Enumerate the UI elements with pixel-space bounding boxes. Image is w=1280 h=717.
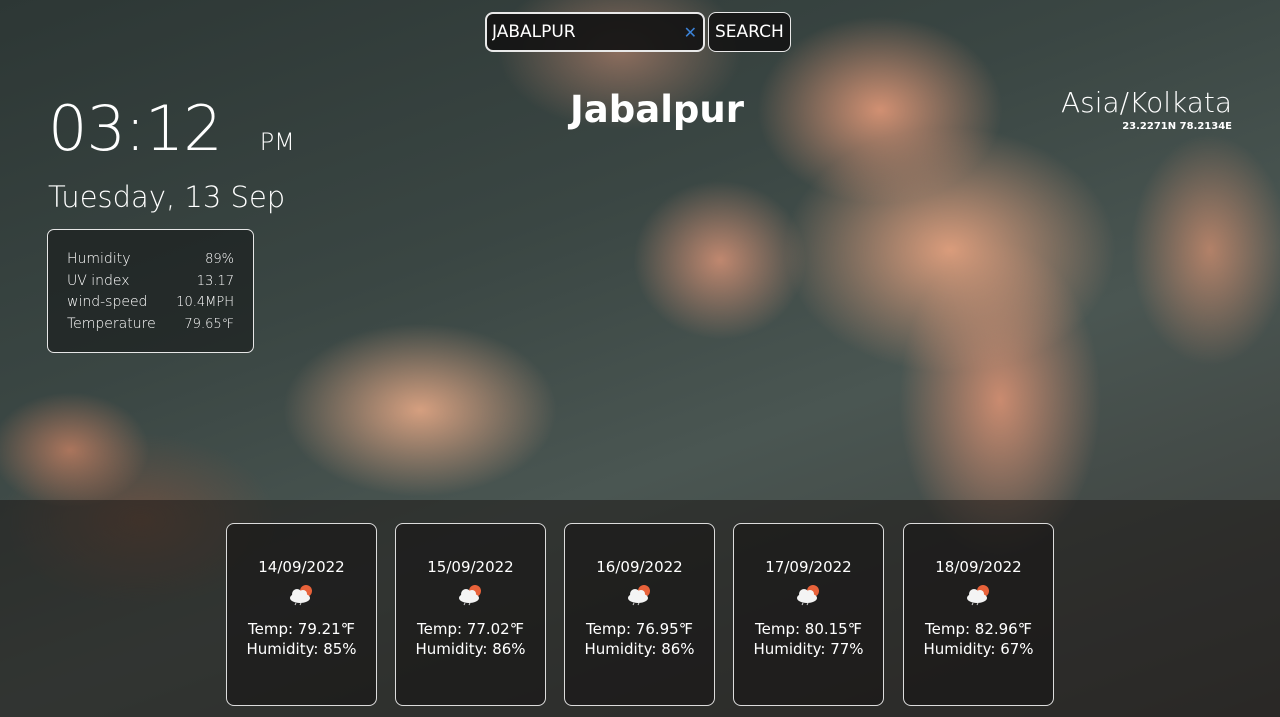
search-button[interactable]: SEARCH <box>708 12 791 52</box>
search-box[interactable]: ✕ <box>485 12 705 52</box>
coordinates: 23.2271N 78.2134E <box>1122 121 1232 132</box>
stat-label: UV index <box>67 272 130 289</box>
timezone-panel: Asia/Kolkata 23.2271N 78.2134E <box>1061 86 1232 132</box>
am-pm-indicator: PM <box>259 128 295 156</box>
stat-row-temperature: Temperature 79.65℉ <box>67 314 234 336</box>
forecast-date: 17/09/2022 <box>765 558 852 576</box>
stat-value: 10.4MPH <box>176 295 234 310</box>
stat-value: 13.17 <box>196 273 234 289</box>
cloud-sun-icon <box>289 585 312 606</box>
forecast-card: 14/09/2022 Temp: 79.21℉ Humidity: 85% <box>226 523 377 706</box>
stat-row-humidity: Humidity 89% <box>67 249 234 271</box>
timezone-name: Asia/Kolkata <box>1060 86 1232 119</box>
forecast-temperature: Temp: 76.95℉ <box>585 620 693 638</box>
forecast-card: 16/09/2022 Temp: 76.95℉ Humidity: 86% <box>564 523 715 706</box>
forecast-humidity: Humidity: 67% <box>923 640 1034 658</box>
forecast-card: 15/09/2022 Temp: 77.02℉ Humidity: 86% <box>395 523 546 706</box>
stat-row-uv-index: UV index 13.17 <box>67 271 234 293</box>
forecast-humidity: Humidity: 85% <box>246 640 357 658</box>
cloud-sun-icon <box>966 585 989 606</box>
forecast-card: 17/09/2022 Temp: 80.15℉ Humidity: 77% <box>733 523 884 706</box>
forecast-humidity: Humidity: 77% <box>753 640 864 658</box>
stat-value: 79.65℉ <box>184 316 234 332</box>
close-icon[interactable]: ✕ <box>684 23 697 42</box>
cloud-sun-icon <box>796 585 819 606</box>
forecast-temperature: Temp: 79.21℉ <box>247 620 355 638</box>
forecast-humidity: Humidity: 86% <box>415 640 526 658</box>
cloud-sun-icon <box>627 585 650 606</box>
forecast-date: 15/09/2022 <box>427 558 514 576</box>
cloud-sun-icon <box>458 585 481 606</box>
stat-label: wind-speed <box>67 294 148 310</box>
forecast-date: 18/09/2022 <box>935 558 1022 576</box>
forecast-card: 18/09/2022 Temp: 82.96℉ Humidity: 67% <box>903 523 1054 706</box>
current-weather-panel: Humidity 89% UV index 13.17 wind-speed 1… <box>47 229 254 353</box>
forecast-temperature: Temp: 82.96℉ <box>924 620 1032 638</box>
forecast-date: 16/09/2022 <box>596 558 683 576</box>
forecast-date: 14/09/2022 <box>258 558 345 576</box>
stat-row-wind-speed: wind-speed 10.4MPH <box>67 292 234 314</box>
search-input[interactable] <box>490 21 684 43</box>
stat-label: Temperature <box>67 315 156 332</box>
current-date: Tuesday, 13 Sep <box>48 180 286 214</box>
search-bar: ✕ SEARCH <box>485 12 791 52</box>
forecast-temperature: Temp: 77.02℉ <box>416 620 524 638</box>
stat-value: 89% <box>205 252 234 267</box>
forecast-humidity: Humidity: 86% <box>584 640 695 658</box>
forecast-temperature: Temp: 80.15℉ <box>754 620 862 638</box>
stat-label: Humidity <box>67 251 131 267</box>
